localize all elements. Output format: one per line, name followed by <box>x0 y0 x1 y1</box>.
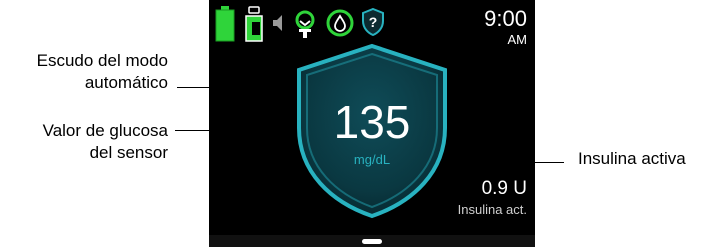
pump-home-screen: ? 9:00 AM 135 mg/dL 0.9 U Insulina act. <box>209 0 535 247</box>
cgm-sensor-icon <box>292 10 318 43</box>
annotation-shield-line1: Escudo del modo <box>36 51 168 70</box>
active-insulin-value: 0.9 U <box>481 178 527 199</box>
annotation-active-insulin: Insulina activa <box>578 149 686 168</box>
active-insulin-label: Insulina act. <box>457 202 527 217</box>
clock-time: 9:00 <box>484 6 527 31</box>
insulin-cartridge-icon <box>244 6 264 47</box>
help-icon[interactable]: ? <box>361 7 385 41</box>
scroll-indicator[interactable] <box>362 239 382 244</box>
annotation-sensor-glucose: Valor de glucosa del sensor <box>8 120 168 164</box>
clock-ampm: AM <box>507 32 528 47</box>
help-glyph: ? <box>369 14 378 30</box>
annotation-glucose-line1: Valor de glucosa <box>42 121 168 140</box>
battery-icon <box>215 6 235 47</box>
drop-icon <box>326 9 354 42</box>
annotation-automode-shield: Escudo del modo automático <box>8 50 168 94</box>
volume-icon <box>271 14 285 37</box>
annotation-glucose-line2: del sensor <box>89 143 168 162</box>
sensor-glucose-value: 135 <box>333 96 411 148</box>
glucose-unit: mg/dL <box>353 152 391 167</box>
annotation-shield-line2: automático <box>84 73 168 92</box>
